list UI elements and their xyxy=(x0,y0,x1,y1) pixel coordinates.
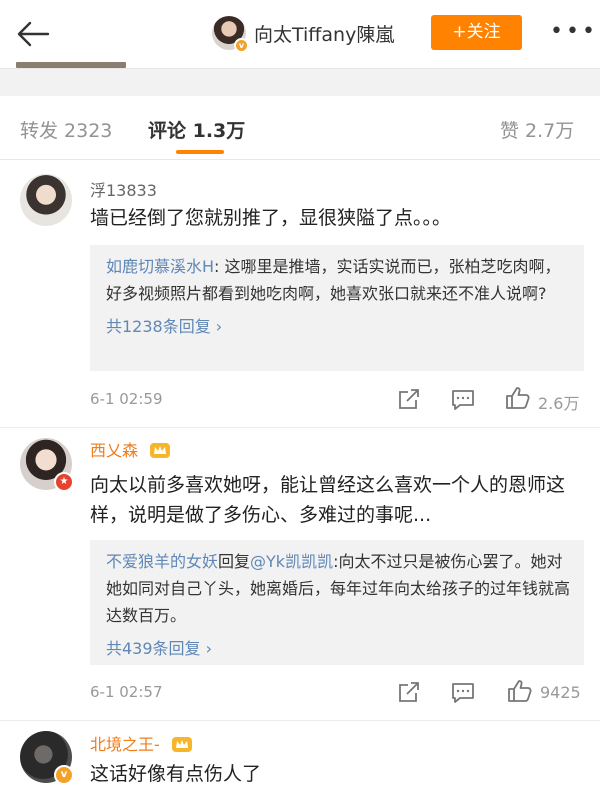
comment-text: 墙已经倒了您就别推了，显很狭隘了点。。。 xyxy=(90,207,452,229)
commenter-avatar[interactable]: v xyxy=(20,731,74,785)
member-crown-icon xyxy=(171,737,192,752)
like-icon[interactable] xyxy=(505,386,531,410)
section-divider xyxy=(0,68,600,96)
reply-content: 如鹿切慕溪水H: 这哪里是推墙，实话实说而已，张柏芝吃肉啊，好多视频照片都看到她… xyxy=(106,253,570,307)
reply-user[interactable]: 如鹿切慕溪水H xyxy=(106,257,214,276)
verified-badge-icon: v xyxy=(234,38,249,53)
commenter-avatar[interactable] xyxy=(20,174,72,226)
author-avatar[interactable]: v xyxy=(212,16,249,53)
comment-time: 6-1 02:57 xyxy=(90,683,163,701)
back-arrow-icon[interactable] xyxy=(14,14,54,54)
reply-mention[interactable]: @Yk凯凯凯 xyxy=(250,552,333,571)
reply-mid: 回复 xyxy=(218,552,251,571)
reply-count-link[interactable]: 共1238条回复 › xyxy=(106,313,570,337)
like-count: 9425 xyxy=(540,683,581,702)
comment-item: v 北境之王- 这话好像有点伤人了 xyxy=(0,721,600,804)
like-icon[interactable] xyxy=(507,679,533,703)
share-icon[interactable] xyxy=(396,681,422,705)
commenter-name-text: 北境之王- xyxy=(90,735,160,754)
commenter-name[interactable]: 北境之王- xyxy=(90,731,193,755)
commenter-name[interactable]: 西乂森 xyxy=(90,437,171,461)
reply-preview[interactable]: 如鹿切慕溪水H: 这哪里是推墙，实话实说而已，张柏芝吃肉啊，好多视频照片都看到她… xyxy=(90,245,584,371)
top-bar: v 向太Tiffany陳嵐 +关注 ••• xyxy=(0,0,600,66)
reply-content: 不爱狼羊的女妖回复@Yk凯凯凯:向太不过只是被伤心罢了。她对她如同对自己丫头，她… xyxy=(106,548,570,629)
vip-badge-icon: ★ xyxy=(54,472,74,492)
tab-reposts[interactable]: 转发 2323 xyxy=(20,116,112,143)
tab-likes[interactable]: 赞 2.7万 xyxy=(500,116,574,143)
more-icon[interactable]: ••• xyxy=(550,21,595,43)
comment-text: 这话好像有点伤人了 xyxy=(90,763,262,785)
commenter-avatar[interactable]: ★ xyxy=(20,438,74,492)
reply-preview[interactable]: 不爱狼羊的女妖回复@Yk凯凯凯:向太不过只是被伤心罢了。她对她如同对自己丫头，她… xyxy=(90,540,584,665)
verified-badge-icon: v xyxy=(54,765,74,785)
tab-comments[interactable]: 评论 1.3万 xyxy=(148,116,245,143)
comment-time: 6-1 02:59 xyxy=(90,390,163,408)
follow-button[interactable]: +关注 xyxy=(431,15,522,50)
commenter-name[interactable]: 浮13833 xyxy=(90,177,157,201)
commenter-name-text: 浮13833 xyxy=(90,181,157,200)
reply-user[interactable]: 不爱狼羊的女妖 xyxy=(106,552,218,571)
comment-text: 向太以前多喜欢她呀，能让曾经这么喜欢一个人的恩师这样，说明是做了多伤心、多难过的… xyxy=(90,474,566,526)
author-name[interactable]: 向太Tiffany陳嵐 xyxy=(254,20,394,47)
member-crown-icon xyxy=(150,443,171,458)
like-count: 2.6万 xyxy=(538,394,580,413)
share-icon[interactable] xyxy=(396,388,422,412)
active-tab-indicator xyxy=(176,150,224,154)
comment-icon[interactable] xyxy=(450,388,476,412)
comment-icon[interactable] xyxy=(450,681,476,705)
reply-count-link[interactable]: 共439条回复 › xyxy=(106,635,570,659)
comment-item: 浮13833 墙已经倒了您就别推了，显很狭隘了点。。。 如鹿切慕溪水H: 这哪里… xyxy=(0,161,600,427)
tab-bar: 转发 2323 评论 1.3万 赞 2.7万 xyxy=(0,96,600,160)
commenter-name-text: 西乂森 xyxy=(90,441,139,460)
comment-item: ★ 西乂森 向太以前多喜欢她呀，能让曾经这么喜欢一个人的恩师这样，说明是做了多伤… xyxy=(0,428,600,720)
